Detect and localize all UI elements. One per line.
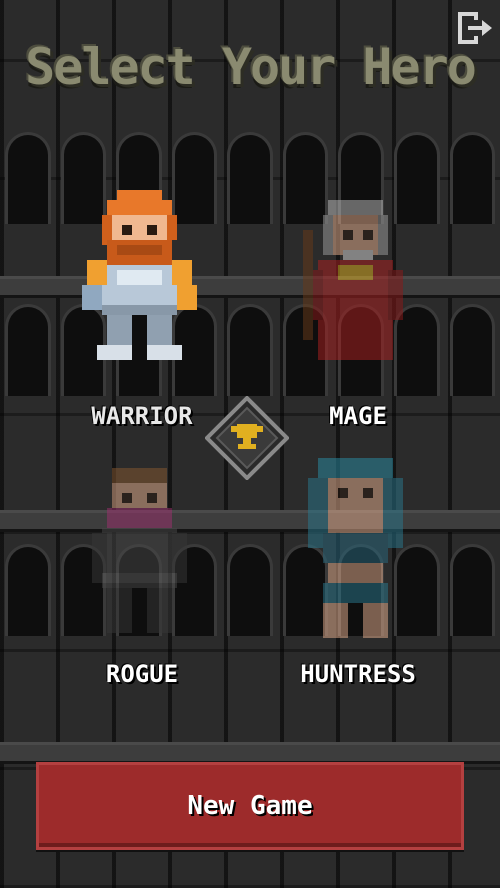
warrior-sprite — [82, 190, 197, 360]
hero-rogue[interactable]: ROGUE — [62, 468, 222, 688]
hero-mage[interactable]: MAGE — [278, 200, 438, 430]
hero-warrior[interactable]: WARRIOR — [62, 190, 222, 430]
new-game-button[interactable]: New Game — [36, 762, 464, 850]
huntress-sprite — [308, 458, 403, 638]
page-title: Select Your Hero — [25, 38, 477, 96]
hero-huntress[interactable]: HUNTRESS — [278, 458, 438, 688]
wall-ledge — [0, 742, 500, 764]
mage-sprite — [303, 200, 403, 360]
rogue-sprite — [92, 468, 187, 633]
hero-name-warrior: WARRIOR — [91, 402, 193, 430]
hero-name-rogue: ROGUE — [105, 660, 179, 688]
hero-name-huntress: HUNTRESS — [300, 660, 416, 688]
hero-name-mage: MAGE — [329, 402, 387, 430]
